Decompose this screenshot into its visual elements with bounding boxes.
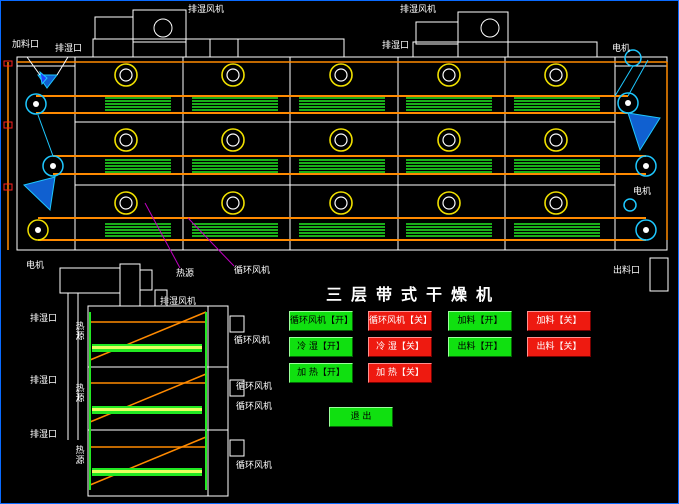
side-exhaust-port-label-3: 排湿口 bbox=[30, 430, 58, 440]
exhaust-port-label-1: 排湿口 bbox=[55, 44, 83, 54]
discharge-port-label: 出料口 bbox=[613, 266, 641, 276]
motor-mid-right-label: 电机 bbox=[633, 187, 652, 197]
heat-off-button[interactable]: 加 热【关】 bbox=[368, 363, 432, 383]
discharge-off-button[interactable]: 出料【关】 bbox=[527, 337, 591, 357]
discharge-on-button[interactable]: 出料【开】 bbox=[448, 337, 512, 357]
motor-top-right-label: 电机 bbox=[612, 44, 631, 54]
feed-inlet-label: 加料口 bbox=[12, 40, 40, 50]
heaters bbox=[105, 97, 600, 237]
heat-on-button[interactable]: 加 热【开】 bbox=[289, 363, 353, 383]
side-exhaust-fan-label: 排湿风机 bbox=[160, 297, 197, 307]
feed-off-button[interactable]: 加料【关】 bbox=[527, 311, 591, 331]
side-exhaust-port-label-1: 排湿口 bbox=[30, 314, 58, 324]
top-exhaust-fan-right bbox=[412, 11, 598, 58]
exit-button[interactable]: 退 出 bbox=[329, 407, 393, 427]
side-exhaust-port-label-2: 排湿口 bbox=[30, 376, 58, 386]
circ-fan-on-button[interactable]: 循环风机【开】 bbox=[289, 311, 353, 331]
conveyor-belts bbox=[7, 61, 668, 250]
side-circ-fan-label-4: 循环风机 bbox=[236, 461, 273, 471]
page-title: 三层带式干燥机 bbox=[326, 285, 502, 304]
exhaust-off-button[interactable]: 冷 湿【关】 bbox=[368, 337, 432, 357]
side-heat-label-1: 热源 bbox=[75, 322, 85, 342]
transfer-chutes bbox=[23, 70, 661, 212]
dryer-diagram bbox=[3, 9, 669, 497]
exhaust-on-button[interactable]: 冷 湿【开】 bbox=[289, 337, 353, 357]
motor-bottom-left-label: 电机 bbox=[26, 261, 45, 271]
side-heat-label-2: 热源 bbox=[75, 384, 85, 404]
exhaust-port-label-2: 排湿口 bbox=[382, 41, 410, 51]
heat-source-label: 热源 bbox=[176, 269, 195, 279]
top-exhaust-fan-left-label: 排湿风机 bbox=[188, 5, 225, 15]
side-heat-label-3: 热源 bbox=[75, 446, 85, 466]
top-exhaust-fan-right-label: 排湿风机 bbox=[400, 5, 437, 15]
side-view bbox=[59, 263, 245, 497]
side-circ-fan-label-3: 循环风机 bbox=[236, 402, 273, 412]
circ-fan-off-button[interactable]: 循环风机【关】 bbox=[368, 311, 432, 331]
side-circ-fan-label-2: 循环风机 bbox=[236, 382, 273, 392]
circ-fan-main-label: 循环风机 bbox=[234, 266, 271, 276]
feed-on-button[interactable]: 加料【开】 bbox=[448, 311, 512, 331]
side-circ-fan-label-1: 循环风机 bbox=[234, 336, 271, 346]
top-exhaust-fan-left bbox=[92, 9, 345, 58]
